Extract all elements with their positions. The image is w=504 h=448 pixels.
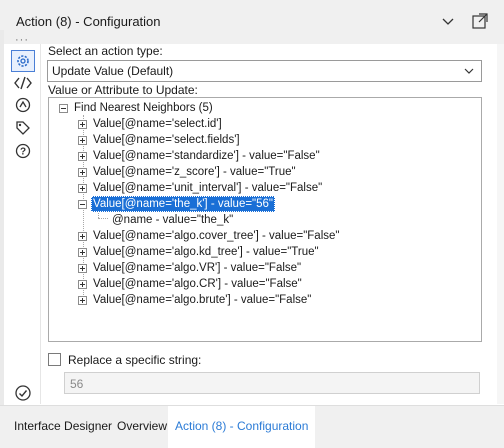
collapse-icon[interactable] bbox=[78, 200, 87, 209]
replace-string-label: Replace a specific string: bbox=[68, 353, 202, 367]
action-type-value: Update Value (Default) bbox=[52, 64, 174, 78]
configuration-tab-icon[interactable] bbox=[11, 50, 35, 72]
tree-item-label: Value[@name='algo.VR'] - value="False" bbox=[93, 262, 302, 274]
expand-icon[interactable] bbox=[78, 120, 87, 129]
collapse-icon[interactable] bbox=[59, 104, 68, 113]
expand-icon[interactable] bbox=[78, 264, 87, 273]
chevron-down-icon[interactable] bbox=[440, 13, 456, 29]
tree-item-label: Value[@name='standardize'] - value="Fals… bbox=[93, 150, 320, 162]
tab-interface-designer[interactable]: Interface Designer bbox=[14, 419, 112, 433]
action-type-label: Select an action type: bbox=[48, 44, 163, 58]
tab-overview[interactable]: Overview bbox=[117, 419, 167, 433]
action-type-select[interactable]: Update Value (Default) bbox=[47, 60, 482, 82]
tree-item-label: Value[@name='algo.cover_tree'] - value="… bbox=[93, 230, 340, 242]
expand-icon[interactable] bbox=[78, 136, 87, 145]
expand-icon[interactable] bbox=[78, 280, 87, 289]
xml-tab-icon[interactable] bbox=[14, 74, 32, 92]
title-bar: Action (8) - Configuration ··· bbox=[0, 0, 504, 46]
replace-string-checkbox[interactable] bbox=[48, 353, 61, 366]
tree-child-label: @name - value="the_k" bbox=[112, 214, 234, 226]
help-tab-icon[interactable]: ? bbox=[14, 142, 32, 160]
svg-text:?: ? bbox=[20, 147, 26, 158]
replace-string-value: 56 bbox=[70, 377, 84, 391]
gear-icon bbox=[17, 55, 29, 67]
tree-item-label: Value[@name='select.fields'] bbox=[93, 134, 240, 146]
tree-root-label: Find Nearest Neighbors (5) bbox=[74, 102, 213, 114]
popout-icon[interactable] bbox=[471, 12, 489, 30]
expand-icon[interactable] bbox=[78, 296, 87, 305]
tag-icon bbox=[16, 121, 30, 135]
rail-divider bbox=[40, 44, 41, 404]
expand-icon[interactable] bbox=[78, 152, 87, 161]
tree-label: Value or Attribute to Update: bbox=[48, 83, 198, 97]
drag-handle[interactable]: ··· bbox=[15, 34, 29, 46]
tree-item-label: Value[@name='algo.brute'] - value="False… bbox=[93, 294, 312, 306]
meta-info-tab-icon[interactable] bbox=[14, 119, 32, 137]
expand-icon[interactable] bbox=[78, 248, 87, 257]
expand-icon[interactable] bbox=[78, 232, 87, 241]
help-icon: ? bbox=[15, 143, 31, 159]
window-title: Action (8) - Configuration bbox=[16, 14, 161, 29]
check-circle-icon[interactable] bbox=[14, 384, 32, 402]
chevron-down-icon bbox=[464, 68, 474, 74]
right-edge bbox=[497, 44, 504, 404]
tree-item-label: Value[@name='algo.kd_tree'] - value="Tru… bbox=[93, 246, 319, 258]
replace-string-input: 56 bbox=[64, 372, 480, 394]
tree-item-label: Value[@name='algo.CR'] - value="False" bbox=[93, 278, 302, 290]
tree-item-label: Value[@name='select.id'] bbox=[93, 118, 222, 130]
expand-icon[interactable] bbox=[78, 168, 87, 177]
tree-item-label: Value[@name='unit_interval'] - value="Fa… bbox=[93, 182, 323, 194]
bottom-tab-bar: Interface Designer Overview Action (8) -… bbox=[0, 405, 504, 448]
tree-item-label: Value[@name='z_score'] - value="True" bbox=[93, 166, 296, 178]
left-edge bbox=[0, 30, 4, 448]
tab-action-configuration[interactable]: Action (8) - Configuration bbox=[168, 406, 316, 448]
value-tree[interactable]: Find Nearest Neighbors (5) Value[@name='… bbox=[48, 97, 482, 342]
code-icon bbox=[14, 76, 32, 90]
workflow-icon bbox=[15, 97, 31, 113]
tree-connector bbox=[98, 218, 108, 219]
annotation-tab-icon[interactable] bbox=[14, 96, 32, 114]
expand-icon[interactable] bbox=[78, 184, 87, 193]
tree-item-label: Value[@name='the_k'] - value="56" bbox=[91, 196, 276, 212]
